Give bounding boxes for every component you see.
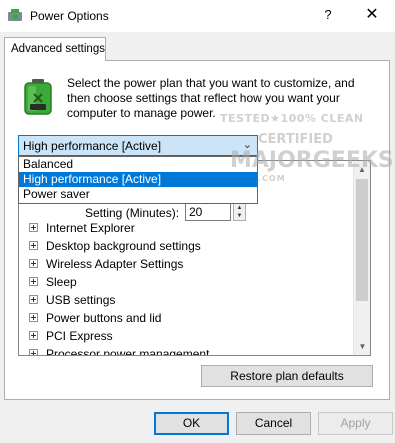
scrollbar-thumb[interactable] <box>356 179 368 301</box>
tree-item-label: PCI Express <box>46 329 113 343</box>
selected-plan-value: High performance [Active] <box>23 139 162 153</box>
expand-icon[interactable] <box>29 223 38 233</box>
chevron-down-icon[interactable]: ⌄ <box>243 138 252 151</box>
tree-item-label: Sleep <box>46 275 77 289</box>
plan-option-high-performance[interactable]: High performance [Active] <box>19 172 257 187</box>
expand-icon[interactable] <box>29 313 38 323</box>
tree-item-usb-settings[interactable]: USB settings <box>29 291 115 309</box>
vertical-scrollbar[interactable]: ▲ ▼ <box>353 161 370 355</box>
minutes-stepper[interactable]: ▲ ▼ <box>233 203 246 221</box>
tree-item-desktop-background[interactable]: Desktop background settings <box>29 237 201 255</box>
power-plan-dropdown[interactable]: Balanced High performance [Active] Power… <box>18 156 258 204</box>
restore-plan-defaults-button[interactable]: Restore plan defaults <box>201 365 373 387</box>
tab-advanced-settings[interactable]: Advanced settings <box>4 37 106 61</box>
expand-icon[interactable] <box>29 241 38 251</box>
expand-icon[interactable] <box>29 295 38 305</box>
cancel-button[interactable]: Cancel <box>236 412 311 435</box>
setting-label: Setting (Minutes): <box>85 206 180 220</box>
minutes-input[interactable]: 20 <box>185 203 231 221</box>
ok-button[interactable]: OK <box>154 412 229 435</box>
expand-icon[interactable] <box>29 277 38 287</box>
stepper-down-icon[interactable]: ▼ <box>234 212 245 220</box>
tree-item-power-buttons[interactable]: Power buttons and lid <box>29 309 161 327</box>
plan-option-balanced[interactable]: Balanced <box>19 157 257 172</box>
power-options-icon <box>8 9 22 21</box>
plan-option-power-saver[interactable]: Power saver <box>19 187 257 202</box>
expand-icon[interactable] <box>29 349 38 355</box>
tree-item-internet-explorer[interactable]: Internet Explorer <box>29 219 135 237</box>
expand-icon[interactable] <box>29 259 38 269</box>
tree-item-label: Desktop background settings <box>46 239 201 253</box>
window-title: Power Options <box>30 9 109 23</box>
tree-item-processor-power[interactable]: Processor power management <box>29 345 210 356</box>
expand-icon[interactable] <box>29 331 38 341</box>
tree-item-label: Internet Explorer <box>46 221 135 235</box>
tree-item-label: Wireless Adapter Settings <box>46 257 184 271</box>
tree-item-label: USB settings <box>46 293 116 307</box>
tree-item-sleep[interactable]: Sleep <box>29 273 77 291</box>
tree-item-wireless-adapter[interactable]: Wireless Adapter Settings <box>29 255 183 273</box>
apply-button[interactable]: Apply <box>318 412 393 435</box>
help-button[interactable]: ? <box>318 5 338 25</box>
title-bar: Power Options ? ✕ <box>0 0 395 32</box>
scroll-up-icon[interactable]: ▲ <box>354 161 370 178</box>
scroll-down-icon[interactable]: ▼ <box>354 338 370 355</box>
stepper-up-icon[interactable]: ▲ <box>234 204 245 212</box>
close-button[interactable]: ✕ <box>360 4 384 26</box>
battery-icon <box>24 79 52 115</box>
tree-item-label: Processor power management <box>46 347 210 356</box>
power-plan-select[interactable]: High performance [Active] ⌄ <box>18 135 258 156</box>
intro-text: Select the power plan that you want to c… <box>67 76 355 120</box>
tree-item-pci-express[interactable]: PCI Express <box>29 327 113 345</box>
tree-item-label: Power buttons and lid <box>46 311 162 325</box>
